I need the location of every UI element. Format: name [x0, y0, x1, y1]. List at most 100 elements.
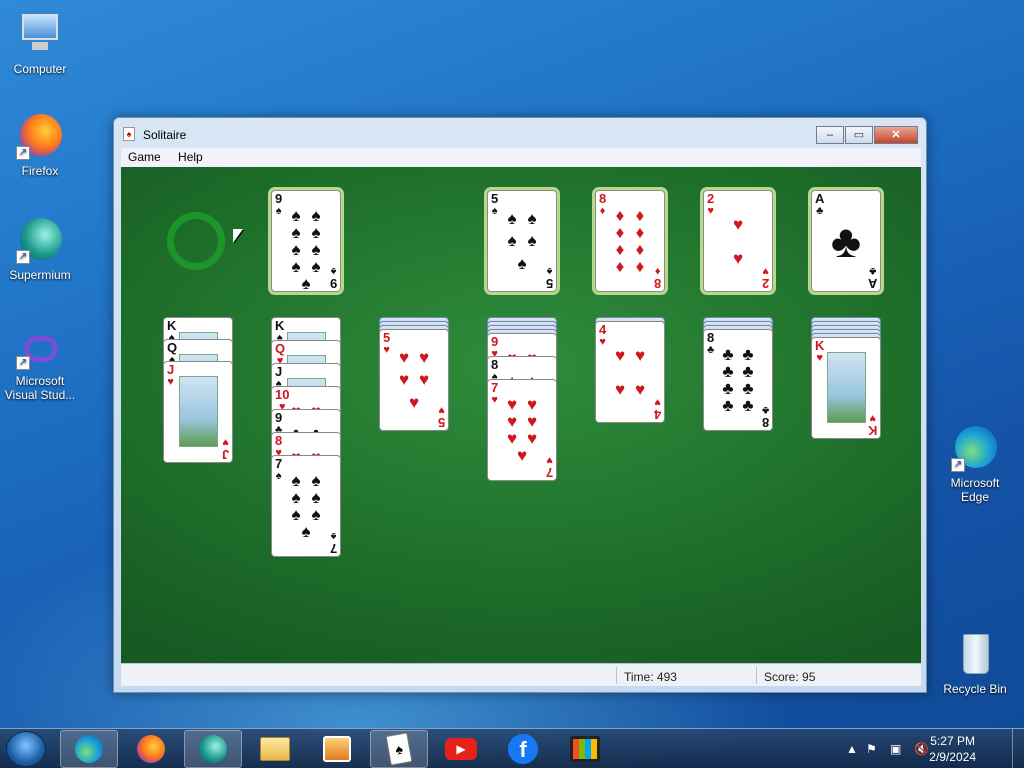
card-rank: 8 — [599, 191, 607, 206]
card-suit-icon: ♥ — [654, 396, 661, 408]
show-desktop-button[interactable] — [1012, 729, 1024, 768]
card-pips: ♥ ♥ ♥ ♥ — [614, 345, 646, 399]
taskbar-store[interactable] — [556, 730, 614, 768]
edge-icon: ↗ — [951, 424, 999, 472]
card-pips: ♠ ♠ ♠ ♠ ♠ ♠ ♠ ♠ ♠ — [291, 206, 321, 293]
desktop-icon-visual-studio[interactable]: ↗ Microsoft Visual Stud... — [0, 330, 80, 402]
window-titlebar[interactable]: ♠ Solitaire – ▭ ✕ — [114, 118, 926, 148]
minimize-button[interactable]: – — [816, 126, 844, 144]
desktop-icon-label: Computer — [13, 62, 67, 76]
card-suit-icon: ♠ — [491, 205, 498, 217]
visual-studio-icon: ↗ — [16, 330, 64, 370]
supermium-icon — [199, 735, 227, 763]
taskbar-youtube[interactable]: ▶ — [432, 730, 490, 768]
card-rank: J — [167, 362, 175, 377]
card-suit-icon: ♣ — [707, 344, 715, 356]
taskbar-firefox[interactable] — [122, 730, 180, 768]
card-pips: ♦ ♦ ♦ ♦ ♦ ♦ ♦ ♦ — [615, 206, 645, 276]
card-rank: 8 — [707, 330, 715, 345]
card-9-spades[interactable]: 9 ♠ 9 ♠ ♠ ♠ ♠ ♠ ♠ ♠ ♠ ♠ ♠ — [271, 190, 341, 292]
close-button[interactable]: ✕ — [874, 126, 918, 144]
menu-game[interactable]: Game — [121, 148, 168, 166]
card-rank: 2 — [707, 191, 715, 206]
game-felt: 9 ♠ 9 ♠ ♠ ♠ ♠ ♠ ♠ ♠ ♠ ♠ ♠ 5 ♠ 5 ♠ ♠ ♠ ♠ ♠ ♠ 8 ♦ 8 ♦ ♦ ♦ ♦ ♦ ♦ ♦ ♦ ♦ 2 ♥ 2 ♥ ♥ ♥… — [121, 167, 921, 663]
card-rank: J — [221, 447, 229, 462]
card-suit-icon: ♣ — [761, 404, 769, 416]
card-rank: 9 — [329, 276, 337, 291]
time-display: Time: 493 — [616, 667, 756, 684]
taskbar: ♠ ▶ f ▲ ⚑ ▣ 🔇 5:27 PM 2/9/2024 — [0, 728, 1024, 768]
taskbar-media-player[interactable] — [308, 730, 366, 768]
card-rank: 8 — [491, 357, 499, 372]
taskbar-solitaire[interactable]: ♠ — [370, 730, 428, 768]
card-2-hearts[interactable]: 2 ♥ 2 ♥ ♥ ♥ — [703, 190, 773, 292]
shortcut-arrow-icon: ↗ — [951, 458, 965, 472]
action-center-flag-icon[interactable]: ⚑ — [866, 742, 877, 756]
card-7-spades[interactable]: 7 ♠ 7 ♠ ♠ ♠ ♠ ♠ ♠ ♠ ♠ — [271, 455, 341, 557]
start-button[interactable] — [6, 731, 46, 767]
card-rank: Q — [167, 340, 178, 355]
card-5-hearts[interactable]: 5 ♥ 5 ♥ ♥ ♥ ♥ ♥ ♥ — [379, 329, 449, 431]
clock[interactable]: 5:27 PM 2/9/2024 — [929, 733, 976, 765]
menu-help[interactable]: Help — [171, 148, 210, 166]
card-suit-icon: ♠ — [275, 470, 282, 482]
card-4-hearts[interactable]: 4 ♥ 4 ♥ ♥ ♥ ♥ ♥ — [595, 321, 665, 423]
face-card-art — [179, 376, 218, 447]
card-suit-icon: ♦ — [599, 205, 606, 217]
card-5-spades[interactable]: 5 ♠ 5 ♠ ♠ ♠ ♠ ♠ ♠ — [487, 190, 557, 292]
card-rank: J — [275, 364, 283, 379]
card-suit-icon: ♥ — [869, 412, 876, 424]
desktop-icon-edge[interactable]: ↗ Microsoft Edge — [935, 424, 1015, 504]
card-pips: ♠ ♠ ♠ ♠ ♠ — [507, 208, 537, 274]
maximize-button[interactable]: ▭ — [845, 126, 873, 144]
card-suit-icon: ♥ — [546, 454, 553, 466]
desktop-icon-computer[interactable]: Computer — [0, 10, 80, 76]
card-rank: 7 — [545, 465, 553, 480]
card-K-hearts[interactable]: K ♥ K ♥ — [811, 337, 881, 439]
shortcut-arrow-icon: ↗ — [16, 146, 30, 160]
show-hidden-icons-icon[interactable]: ▲ — [846, 742, 858, 756]
card-rank: K — [867, 423, 877, 438]
card-A-clubs[interactable]: A ♣ A ♣ ♣ — [811, 190, 881, 292]
card-suit-icon: ♠ — [330, 530, 337, 542]
card-rank: K — [275, 318, 285, 333]
card-rank: 7 — [491, 380, 499, 395]
clock-time: 5:27 PM — [930, 734, 975, 748]
card-suit-icon: ♥ — [707, 205, 714, 217]
taskbar-supermium[interactable] — [184, 730, 242, 768]
card-rank: 8 — [761, 415, 769, 430]
solitaire-window: ♠ Solitaire – ▭ ✕ Game Help 9 ♠ 9 ♠ ♠ ♠ ♠ ♠ ♠ ♠ ♠ ♠… — [113, 117, 927, 693]
card-pips: ♣ ♣ ♣ ♣ ♣ ♣ ♣ ♣ — [722, 345, 754, 415]
card-suit-icon: ♥ — [816, 352, 823, 364]
card-rank: 8 — [653, 276, 661, 291]
desktop-icon-firefox[interactable]: ↗ Firefox — [0, 112, 80, 178]
youtube-icon: ▶ — [445, 738, 477, 760]
stock-redeal-icon[interactable] — [167, 212, 225, 270]
desktop-icon-recycle-bin[interactable]: Recycle Bin — [935, 630, 1015, 696]
card-suit-icon: ♥ — [438, 404, 445, 416]
card-J-hearts[interactable]: J ♥ J ♥ — [163, 361, 233, 463]
card-pips: ♥ ♥ ♥ ♥ ♥ ♥ ♥ — [506, 395, 538, 465]
card-7-hearts[interactable]: 7 ♥ 7 ♥ ♥ ♥ ♥ ♥ ♥ ♥ ♥ — [487, 379, 557, 481]
desktop-icon-label: Microsoft Visual Stud... — [4, 374, 76, 402]
taskbar-facebook[interactable]: f — [494, 730, 552, 768]
card-pips: ♥ ♥ — [732, 214, 744, 268]
card-suit-icon: ♠ — [275, 205, 282, 217]
desktop-icon-supermium[interactable]: ↗ Supermium — [0, 216, 80, 282]
network-icon[interactable]: ▣ — [890, 742, 901, 756]
taskbar-edge[interactable] — [60, 730, 118, 768]
volume-muted-icon[interactable]: 🔇 — [914, 742, 929, 756]
desktop-icon-label: Supermium — [9, 268, 71, 282]
time-value: 493 — [656, 670, 677, 684]
card-suit-icon: ♥ — [599, 336, 606, 348]
desktop-icon-label: Recycle Bin — [943, 682, 1007, 696]
card-8-clubs[interactable]: 8 ♣ 8 ♣ ♣ ♣ ♣ ♣ ♣ ♣ ♣ ♣ — [703, 329, 773, 431]
card-8-diamonds[interactable]: 8 ♦ 8 ♦ ♦ ♦ ♦ ♦ ♦ ♦ ♦ ♦ — [595, 190, 665, 292]
store-bag-icon — [570, 736, 600, 762]
shortcut-arrow-icon: ↗ — [16, 250, 30, 264]
card-pips: ♥ ♥ ♥ ♥ ♥ — [398, 347, 430, 413]
menu-bar: Game Help — [121, 148, 921, 167]
card-suit-icon: ♠ — [546, 265, 553, 277]
card-suit-icon: ♠ — [330, 265, 337, 277]
taskbar-file-explorer[interactable] — [246, 730, 304, 768]
